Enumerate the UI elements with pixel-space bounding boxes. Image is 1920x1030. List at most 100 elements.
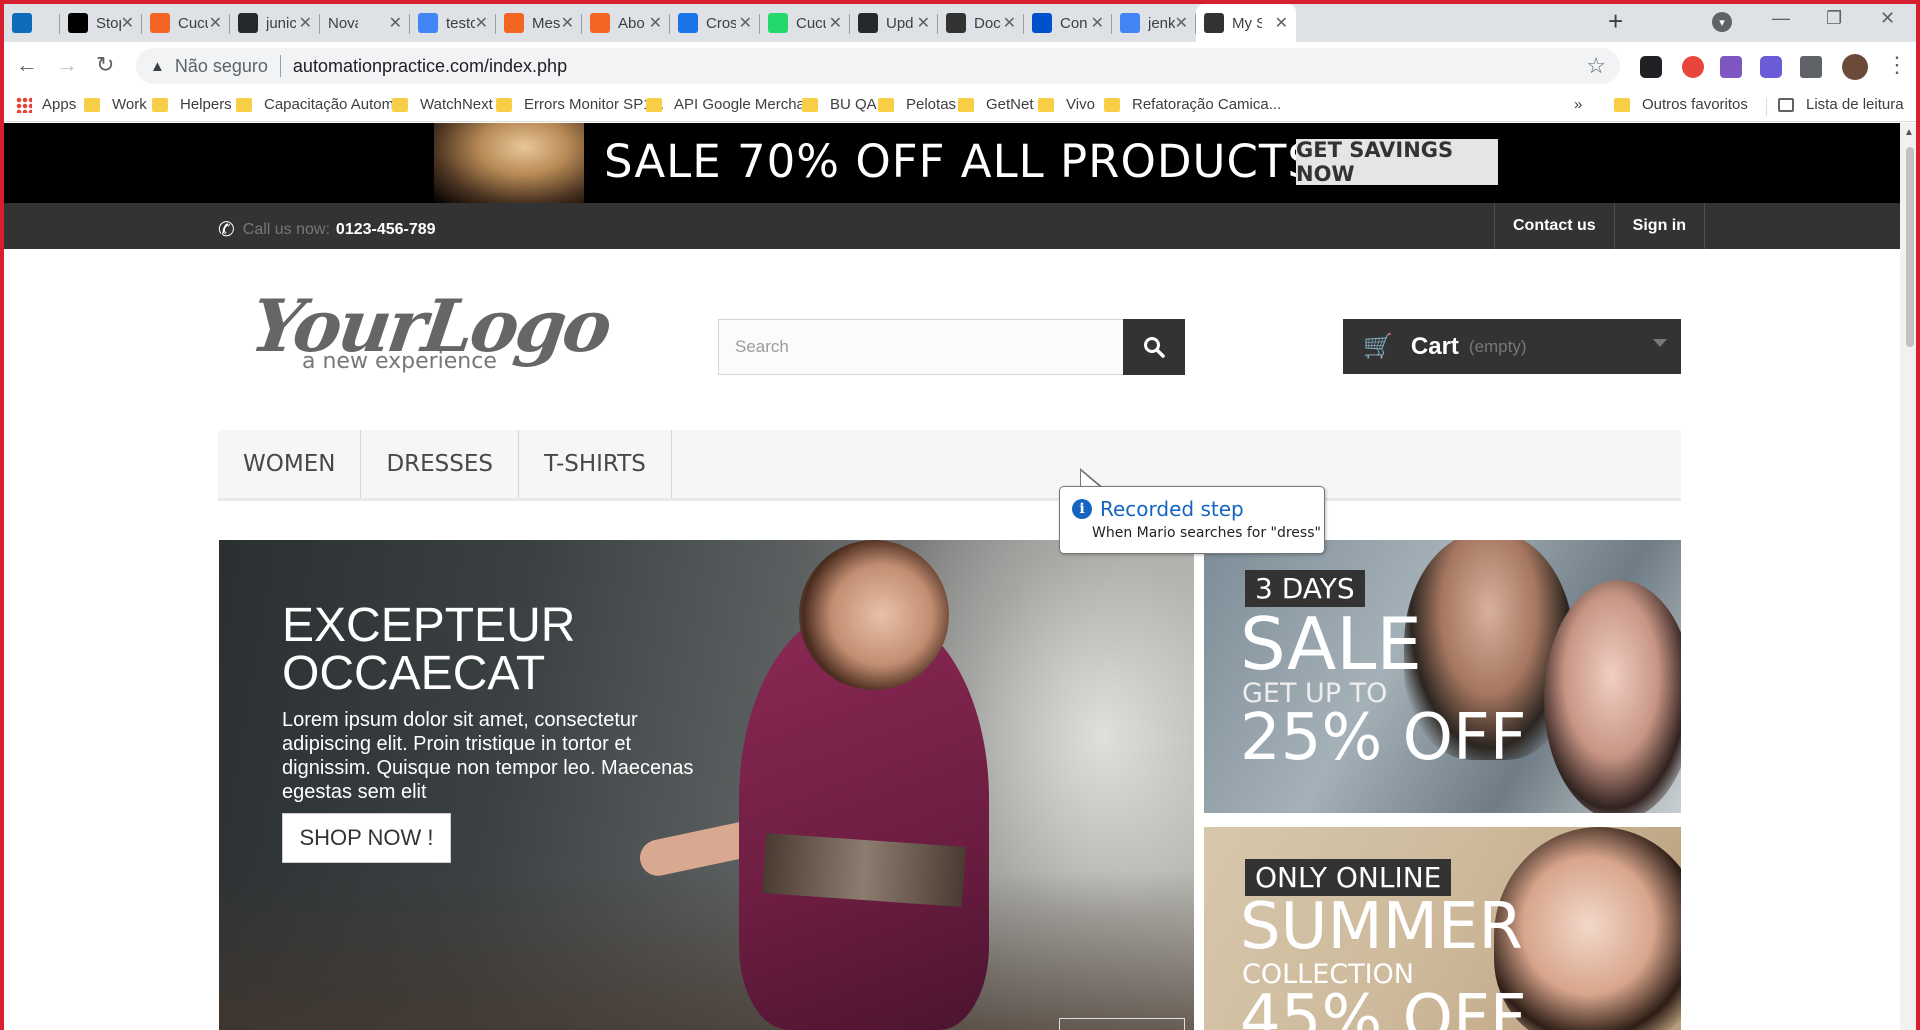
cart-button[interactable]: 🛒 Cart (empty): [1343, 319, 1681, 374]
bookmark-folder[interactable]: Helpers: [152, 96, 232, 113]
forward-icon[interactable]: →: [56, 52, 78, 78]
extension-icon[interactable]: [1682, 56, 1704, 78]
minimize-icon[interactable]: —: [1772, 8, 1790, 29]
back-icon[interactable]: ←: [16, 52, 38, 78]
slider-pager[interactable]: [1059, 1018, 1185, 1030]
close-tab-icon[interactable]: ✕: [1091, 13, 1104, 33]
close-tab-icon[interactable]: ✕: [121, 13, 134, 33]
tooltip-body: When Mario searches for "dress": [1092, 525, 1321, 541]
tab-label: Abo: [618, 14, 645, 32]
browser-tab[interactable]: Cucu✕: [142, 4, 230, 42]
bookmark-folder[interactable]: BU QA: [802, 96, 877, 113]
browser-tab[interactable]: Cros ✕: [670, 4, 760, 42]
security-label[interactable]: Não seguro: [175, 56, 268, 77]
folder-icon: [496, 97, 512, 112]
menu-item-tshirts[interactable]: T-SHIRTS: [519, 430, 672, 498]
new-tab-button[interactable]: +: [1608, 6, 1623, 37]
close-tab-icon[interactable]: ✕: [649, 13, 662, 33]
avatar[interactable]: [1842, 54, 1868, 80]
hero-slider[interactable]: EXCEPTEUR OCCAECAT Lorem ipsum dolor sit…: [219, 540, 1194, 1030]
close-tab-icon[interactable]: ✕: [299, 13, 312, 33]
bookmark-folder[interactable]: Pelotas: [878, 96, 956, 113]
reading-list-button[interactable]: Lista de leitura: [1778, 96, 1904, 113]
site-logo[interactable]: YourLogo a new experience: [246, 283, 614, 379]
menu-item-women[interactable]: WOMEN: [218, 430, 362, 498]
close-tab-icon[interactable]: ✕: [1003, 13, 1016, 33]
url-text[interactable]: automationpractice.com/index.php: [293, 56, 567, 77]
browser-tab[interactable]: Mes ✕: [496, 4, 582, 42]
extension-icon[interactable]: [1760, 56, 1782, 78]
promo-banner-summer[interactable]: ONLY ONLINE SUMMER COLLECTION 45% OFF: [1204, 827, 1681, 1030]
tab-label: My S: [1232, 14, 1262, 32]
reload-icon[interactable]: ↻: [96, 52, 114, 78]
close-tab-icon[interactable]: ✕: [917, 13, 930, 33]
phone-number: 0123-456-789: [335, 220, 436, 238]
contact-us-link[interactable]: Contact us: [1494, 203, 1614, 249]
extension-icon[interactable]: [1640, 56, 1662, 78]
menu-item-dresses[interactable]: DRESSES: [361, 430, 519, 498]
restore-icon[interactable]: ❐: [1826, 8, 1842, 29]
bookmark-folder[interactable]: Capacitação Autom...: [236, 96, 407, 113]
browser-tab[interactable]: Cucu✕: [760, 4, 850, 42]
browser-tab[interactable]: junic ✕: [230, 4, 320, 42]
reading-list-icon: [1778, 97, 1794, 112]
bookmark-folder[interactable]: Vivo: [1038, 96, 1095, 113]
menu-kebab-icon[interactable]: ⋮: [1886, 52, 1908, 78]
sale-banner[interactable]: SALE 70% OFF ALL PRODUCTS GET SAVINGS NO…: [4, 123, 1900, 203]
bookmark-folder[interactable]: Refatoração Camica...: [1104, 96, 1281, 113]
browser-tab[interactable]: Doc ✕: [938, 4, 1024, 42]
recorded-step-tooltip: i Recorded step When Mario searches for …: [1059, 486, 1325, 554]
close-tab-icon[interactable]: ✕: [1275, 13, 1288, 33]
browser-tab[interactable]: Abo ✕: [582, 4, 670, 42]
close-tab-icon[interactable]: ✕: [389, 13, 402, 33]
browser-tab[interactable]: [4, 4, 60, 42]
browser-tab[interactable]: Nova gu ✕: [320, 4, 410, 42]
folder-icon: [878, 97, 894, 112]
promo-woman-image: [1544, 580, 1681, 813]
page-scrollbar[interactable]: ▲: [1900, 123, 1920, 1030]
bookmark-folder[interactable]: GetNet: [958, 96, 1034, 113]
get-savings-button[interactable]: GET SAVINGS NOW: [1296, 138, 1498, 186]
bookmark-label: Pelotas: [906, 96, 957, 113]
search-box: [718, 319, 1185, 375]
apps-shortcut[interactable]: Apps: [16, 96, 76, 113]
github-icon: [238, 13, 258, 33]
puzzle-icon[interactable]: [1800, 56, 1822, 78]
address-bar[interactable]: ▲ Não seguro automationpractice.com/inde…: [136, 48, 1620, 84]
sign-in-link[interactable]: Sign in: [1613, 203, 1705, 249]
shop-now-button[interactable]: SHOP NOW !: [282, 813, 451, 863]
bookmarks-overflow-button[interactable]: »: [1574, 96, 1582, 113]
scroll-up-icon[interactable]: ▲: [1904, 127, 1914, 138]
other-bookmarks-folder[interactable]: Outros favoritos: [1614, 96, 1748, 113]
close-tab-icon[interactable]: ✕: [209, 13, 222, 33]
promo-headline: SALE: [1240, 602, 1422, 686]
close-tab-icon[interactable]: ✕: [561, 13, 574, 33]
promo-banner-sale[interactable]: 3 DAYS SALE GET UP TO 25% OFF: [1204, 540, 1681, 813]
search-button[interactable]: [1123, 319, 1185, 375]
bookmark-folder[interactable]: Errors Monitor SP1...: [496, 96, 664, 113]
bookmark-star-icon[interactable]: ☆: [1586, 53, 1606, 79]
close-tab-icon[interactable]: ✕: [475, 13, 488, 33]
browser-tab[interactable]: testc ✕: [410, 4, 496, 42]
browser-tab[interactable]: Stop✕: [60, 4, 142, 42]
bookmark-folder[interactable]: Work: [84, 96, 147, 113]
cart-status: (empty): [1468, 336, 1527, 356]
search-input[interactable]: [718, 319, 1123, 375]
scroll-thumb[interactable]: [1906, 147, 1914, 347]
browser-tab[interactable]: Con ✕: [1024, 4, 1112, 42]
close-window-icon[interactable]: ✕: [1880, 8, 1895, 29]
bookmark-folder[interactable]: API Google Merchant: [646, 96, 817, 113]
browser-tab[interactable]: Upd ✕: [850, 4, 938, 42]
tab-label: Mes: [532, 14, 561, 32]
close-tab-icon[interactable]: ✕: [1175, 13, 1188, 33]
bookmark-folder[interactable]: WatchNext: [392, 96, 493, 113]
tab-label: Cucu: [178, 14, 208, 32]
page-viewport: SALE 70% OFF ALL PRODUCTS GET SAVINGS NO…: [4, 123, 1900, 1030]
browser-tab[interactable]: My S ✕: [1196, 4, 1296, 42]
close-tab-icon[interactable]: ✕: [829, 13, 842, 33]
tab-strip: Stop✕Cucu✕junic✕Nova gu✕testc✕Mes✕Abo✕Cr…: [0, 0, 1920, 42]
browser-tab[interactable]: jenk ✕: [1112, 4, 1196, 42]
close-tab-icon[interactable]: ✕: [739, 13, 752, 33]
tab-search-icon[interactable]: ▾: [1712, 12, 1732, 32]
extension-icon[interactable]: [1720, 56, 1742, 78]
